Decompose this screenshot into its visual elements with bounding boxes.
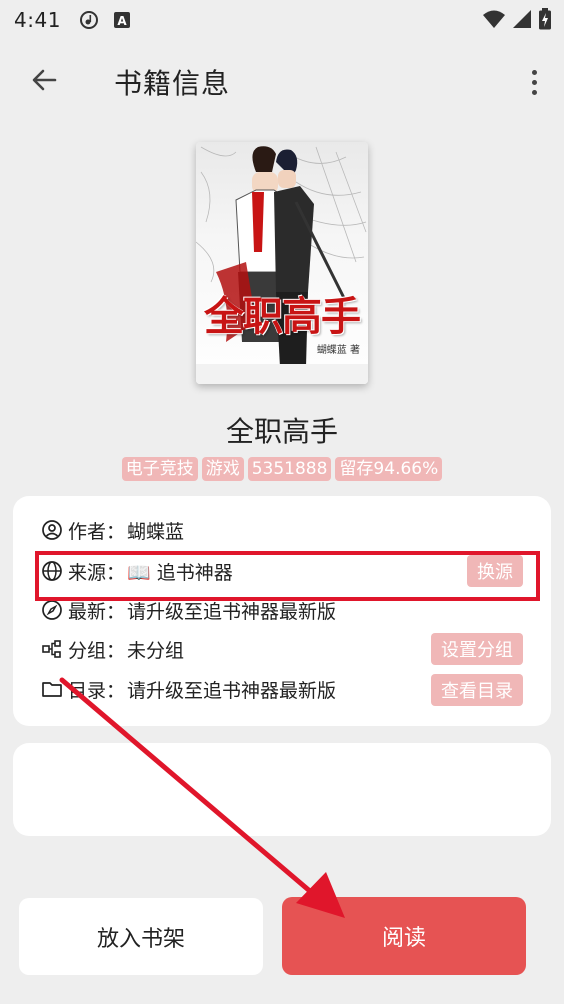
group-row: 分组： 未分组 [41,634,184,664]
author-row: 作者： 蝴蝶蓝 [41,515,184,545]
author-label: 作者： [68,520,126,543]
book-intro-card [13,743,551,836]
svg-text:A: A [117,14,127,28]
person-circle-icon [41,519,63,541]
arrow-left-icon [30,66,58,98]
compass-icon [41,599,63,621]
app-bar: 书籍信息 [0,48,564,114]
book-tags: 电子竞技 游戏 5351888 留存94.66% [0,457,564,481]
battery-icon [538,8,552,35]
folder-icon [41,678,63,700]
tag-word-count: 5351888 [247,457,332,481]
a-notification-icon: A [113,11,131,29]
tag-retention: 留存94.66% [335,457,443,481]
cover-author-caption: 蝴蝶蓝 著 [316,345,360,356]
status-time: 4:41 [14,8,61,32]
toc-row: 目录： 请升级至追书神器最新版 [41,674,336,704]
read-button[interactable]: 阅读 [282,897,526,975]
music-icon [79,10,99,30]
signal-icon [512,9,532,34]
book-info-card: 作者： 蝴蝶蓝 来源： 📖 追书神器 换源 最新： 请升级至追书神器最新版 分组… [13,496,551,726]
book-cover[interactable]: 全职高手 蝴蝶蓝 著 [196,142,368,384]
group-icon [41,638,63,660]
author-value[interactable]: 蝴蝶蓝 [127,517,184,544]
group-value: 未分组 [127,639,185,662]
status-bar: 4:41 A [0,0,564,40]
source-highlight-box [35,551,540,601]
toc-value: 请升级至追书神器最新版 [127,679,337,702]
view-toc-button[interactable]: 查看目录 [431,674,523,706]
cover-title: 全职高手 [204,293,361,340]
more-options-button[interactable] [524,64,544,100]
book-name: 全职高手 [225,415,338,448]
add-to-shelf-button[interactable]: 放入书架 [19,898,263,975]
back-button[interactable] [26,64,62,100]
toc-label: 目录： [68,679,126,702]
tag-category: 电子竞技 [121,457,198,481]
group-label: 分组： [68,639,126,662]
more-vertical-icon [531,69,537,75]
set-group-button[interactable]: 设置分组 [431,633,523,665]
tag-genre: 游戏 [201,457,244,481]
page-title: 书籍信息 [114,67,231,100]
wifi-icon [482,9,506,34]
